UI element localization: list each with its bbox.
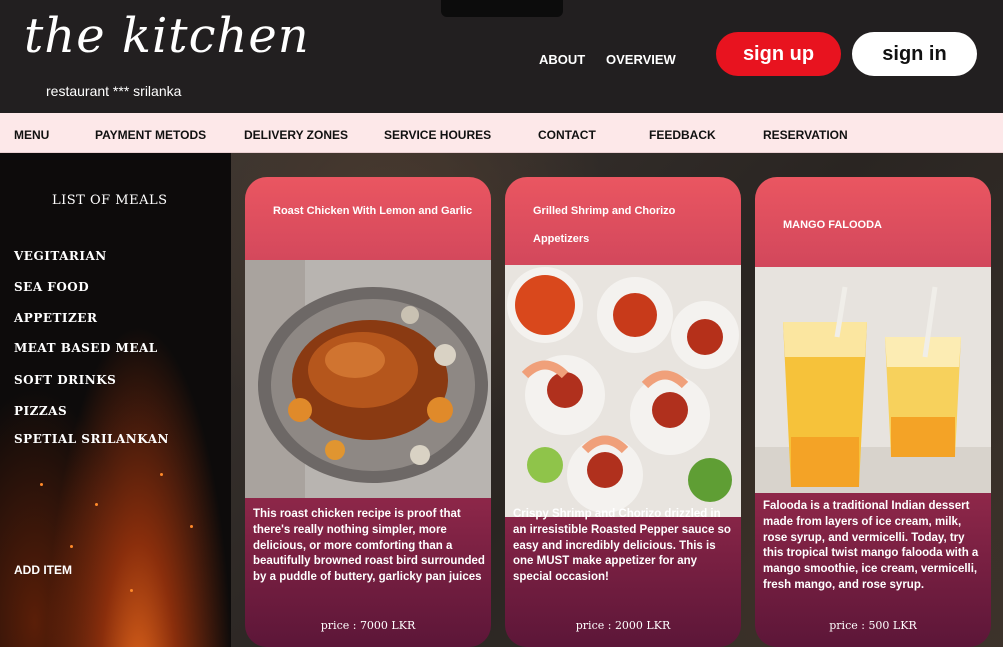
site-header: the kitchen restaurant *** srilanka ABOU… <box>0 0 1003 113</box>
mango-falooda-image <box>755 267 991 493</box>
meal-price: price : 7000 LKR <box>320 619 416 632</box>
sidebar-title: LIST OF MEALS <box>52 193 168 208</box>
sign-in-button[interactable]: sign in <box>852 32 977 76</box>
about-link[interactable]: ABOUT <box>539 52 585 67</box>
meal-description: Crispy Shrimp and Chorizo drizzled in an… <box>513 508 731 584</box>
ember-decoration <box>70 545 73 548</box>
meal-title: MANGO FALOODA <box>783 219 882 231</box>
meal-card[interactable]: Roast Chicken With Lemon and Garlic This… <box>245 177 491 647</box>
ember-decoration <box>130 589 133 592</box>
ember-decoration <box>40 483 43 486</box>
nav-contact[interactable]: CONTACT <box>538 128 596 142</box>
roast-chicken-image <box>245 260 491 498</box>
meal-sidebar: LIST OF MEALS VEGITARIAN SEA FOOD APPETI… <box>0 153 231 647</box>
meal-price: price : 500 LKR <box>829 619 917 632</box>
sidebar-item-appetizer[interactable]: APPETIZER <box>14 311 97 325</box>
nav-payment-methods[interactable]: PAYMENT METODS <box>95 128 206 142</box>
content-area: Roast Chicken With Lemon and Garlic This… <box>231 153 1003 647</box>
nav-service-hours[interactable]: SERVICE HOURES <box>384 128 491 142</box>
ember-decoration <box>160 473 163 476</box>
sidebar-item-special-srilankan[interactable]: SPETIAL SRILANKAN <box>14 432 169 446</box>
meal-title: Grilled Shrimp and Chorizo Appetizers <box>533 205 676 245</box>
sidebar-item-meat-based[interactable]: MEAT BASED MEAL <box>14 341 158 355</box>
camera-notch <box>441 0 563 17</box>
meal-card[interactable]: MANGO FALOODA Falooda is a traditional I… <box>755 177 991 647</box>
site-logo[interactable]: the kitchen <box>24 8 310 64</box>
meal-title: Roast Chicken With Lemon and Garlic <box>273 205 473 217</box>
nav-reservation[interactable]: RESERVATION <box>763 128 848 142</box>
sidebar-item-sea-food[interactable]: SEA FOOD <box>14 280 89 294</box>
shrimp-chorizo-image <box>505 265 741 517</box>
sidebar-item-soft-drinks[interactable]: SOFT DRINKS <box>14 373 116 387</box>
meal-price: price : 2000 LKR <box>575 619 671 632</box>
meal-card[interactable]: Grilled Shrimp and Chorizo Appetizers Cr… <box>505 177 741 647</box>
meal-description: Falooda is a traditional Indian dessert … <box>763 500 979 591</box>
nav-delivery-zones[interactable]: DELIVERY ZONES <box>244 128 348 142</box>
sidebar-item-vegetarian[interactable]: VEGITARIAN <box>14 249 107 263</box>
sidebar-item-pizzas[interactable]: PIZZAS <box>14 404 67 418</box>
ember-decoration <box>190 525 193 528</box>
site-tagline: restaurant *** srilanka <box>46 83 182 99</box>
add-item-button[interactable]: ADD ITEM <box>14 563 72 577</box>
ember-decoration <box>95 503 98 506</box>
nav-menu[interactable]: MENU <box>14 128 49 142</box>
nav-feedback[interactable]: FEEDBACK <box>649 128 716 142</box>
sign-up-button[interactable]: sign up <box>716 32 841 76</box>
meal-description: This roast chicken recipe is proof that … <box>253 508 485 584</box>
main-nav: MENU PAYMENT METODS DELIVERY ZONES SERVI… <box>0 113 1003 153</box>
overview-link[interactable]: OVERVIEW <box>606 52 676 67</box>
